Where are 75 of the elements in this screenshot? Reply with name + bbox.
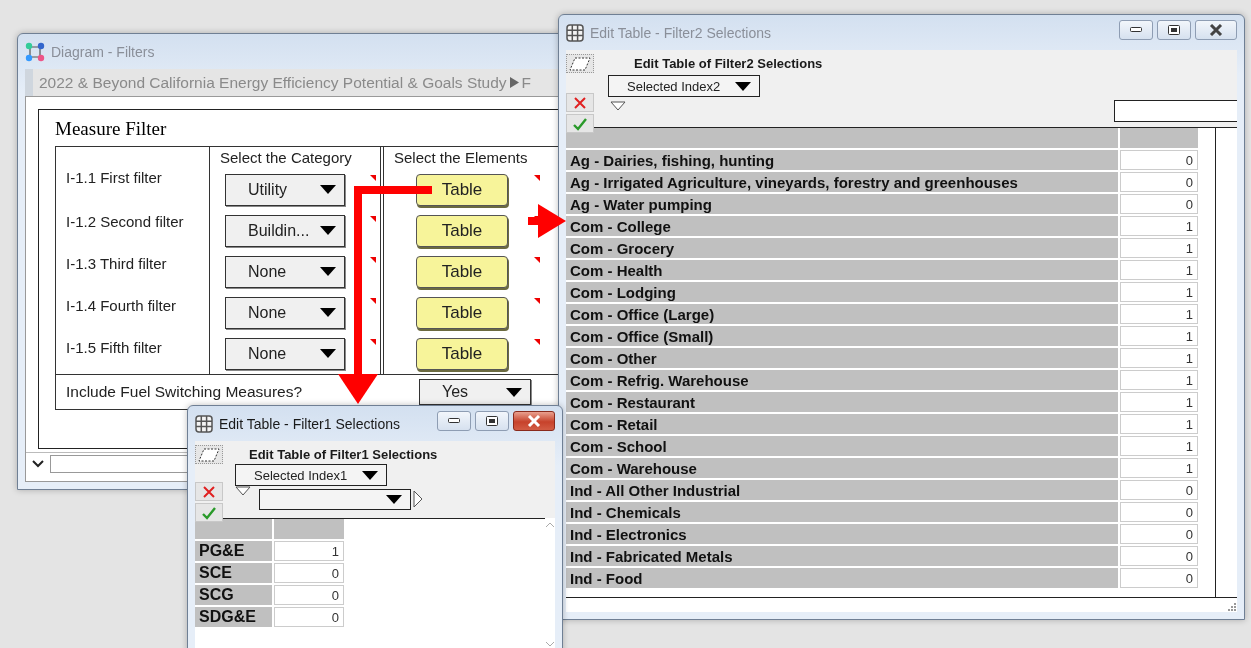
fuel-switching-label: Include Fuel Switching Measures? [65, 383, 304, 401]
value-cell[interactable]: 0 [1120, 480, 1198, 500]
filter-label: I-1.1 First filter [65, 169, 162, 186]
row-label: SCE [195, 563, 272, 583]
value-cell[interactable]: 1 [1120, 282, 1198, 302]
value-cell[interactable]: 0 [1120, 172, 1198, 192]
index-dropdown[interactable]: Selected Index2 [608, 75, 760, 97]
row-label: SDG&E [195, 607, 272, 627]
row-label: Com - Other [566, 348, 1118, 368]
category-dropdown[interactable]: None [225, 296, 345, 329]
value-cell[interactable]: 0 [274, 607, 344, 627]
row-label: Com - Retail [566, 414, 1118, 434]
value-cell[interactable]: 0 [274, 563, 344, 583]
row-label: Com - Restaurant [566, 392, 1118, 412]
value-cell[interactable]: 1 [1120, 238, 1198, 258]
row-label: Ag - Irrigated Agriculture, vineyards, forestry and greenhouses [566, 172, 1118, 192]
row-label: Com - Office (Small) [566, 326, 1118, 346]
filter-label: I-1.5 Fifth filter [65, 338, 162, 356]
table-button[interactable]: Table [416, 214, 508, 247]
value-cell[interactable]: 0 [1120, 546, 1198, 566]
window-title: Edit Table - Filter1 Selections [219, 415, 401, 432]
value-cell[interactable]: 0 [1120, 194, 1198, 214]
category-dropdown[interactable]: None [225, 255, 345, 288]
value-cell[interactable]: 1 [1120, 436, 1198, 456]
table-button[interactable]: Table [416, 173, 508, 206]
column-header: Select the Category [219, 148, 352, 166]
category-dropdown[interactable]: None [225, 337, 345, 370]
row-label: Ag - Dairies, fishing, hunting [566, 150, 1118, 170]
filter-label: I-1.2 Second filter [65, 212, 184, 230]
row-label: Com - Grocery [566, 238, 1118, 258]
value-cell[interactable]: 1 [1120, 304, 1198, 324]
value-cell[interactable]: 1 [274, 541, 344, 561]
row-label: PG&E [195, 541, 272, 561]
panel-title: Measure Filter [55, 118, 168, 140]
row-label: Ind - All Other Industrial [566, 480, 1118, 500]
value-cell[interactable]: 1 [1120, 414, 1198, 434]
window-title: Diagram - Filters [51, 43, 155, 60]
value-cell[interactable]: 1 [1120, 326, 1198, 346]
value-cell[interactable]: 1 [1120, 216, 1198, 236]
row-label: Ind - Electronics [566, 524, 1118, 544]
table-button[interactable]: Table [416, 337, 508, 370]
filter-label: I-1.4 Fourth filter [65, 296, 177, 314]
value-cell[interactable]: 1 [1120, 392, 1198, 412]
row-label: Ind - Chemicals [566, 502, 1118, 522]
category-dropdown[interactable]: Buildin... [225, 214, 345, 247]
row-label: Ind - Fabricated Metals [566, 546, 1118, 566]
value-cell[interactable]: 0 [1120, 524, 1198, 544]
row-label: Com - School [566, 436, 1118, 456]
index-dropdown[interactable]: Selected Index1 [235, 464, 387, 486]
row-label: Com - Warehouse [566, 458, 1118, 478]
value-cell[interactable]: 1 [1120, 348, 1198, 368]
row-label: Ag - Water pumping [566, 194, 1118, 214]
value-cell[interactable]: 0 [274, 585, 344, 605]
table-button[interactable]: Table [416, 296, 508, 329]
value-cell[interactable]: 0 [1120, 150, 1198, 170]
window-title: Edit Table - Filter2 Selections [590, 24, 772, 41]
row-label: Com - Office (Large) [566, 304, 1118, 324]
value-cell[interactable]: 1 [1120, 260, 1198, 280]
category-dropdown[interactable]: Utility [225, 173, 345, 206]
row-label: Ind - Food [566, 568, 1118, 588]
column-header: Select the Elements [393, 148, 528, 166]
table-button[interactable]: Table [416, 255, 508, 288]
row-label: Com - Refrig. Warehouse [566, 370, 1118, 390]
table-heading: Edit Table of Filter1 Selections [249, 447, 438, 462]
value-cell[interactable]: 0 [1120, 502, 1198, 522]
row-label: Com - Lodging [566, 282, 1118, 302]
filter-label: I-1.3 Third filter [65, 254, 167, 272]
value-cell[interactable]: 0 [1120, 568, 1198, 588]
value-cell[interactable]: 1 [1120, 458, 1198, 478]
row-label: Com - Health [566, 260, 1118, 280]
row-label: Com - College [566, 216, 1118, 236]
fuel-switching-dropdown[interactable]: Yes [419, 379, 531, 405]
row-label: SCG [195, 585, 272, 605]
table-heading: Edit Table of Filter2 Selections [634, 56, 823, 71]
value-cell[interactable]: 1 [1120, 370, 1198, 390]
